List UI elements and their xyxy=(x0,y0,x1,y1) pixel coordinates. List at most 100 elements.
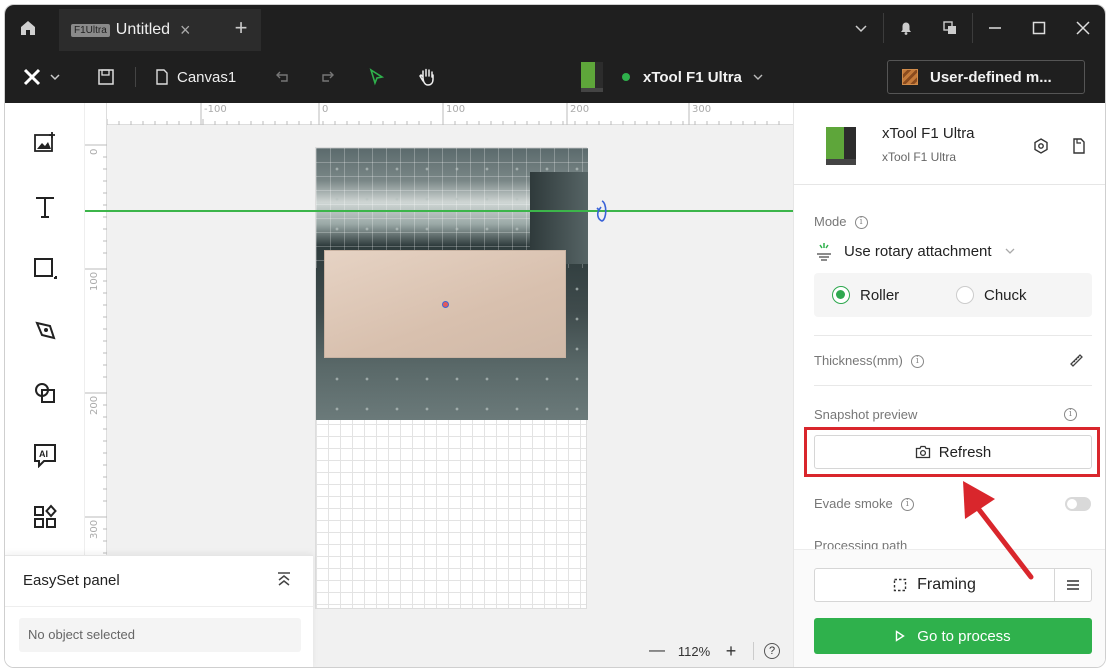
radio-unselected-icon xyxy=(956,286,974,304)
ruler-label: -100 xyxy=(204,104,227,115)
info-icon[interactable]: i xyxy=(910,355,924,369)
right-settings-panel: xTool F1 Ultra xTool F1 Ultra Mode i Use … xyxy=(793,103,1105,667)
redo-button[interactable] xyxy=(319,63,337,91)
ruler-label: 300 xyxy=(89,519,100,539)
pan-tool-button[interactable] xyxy=(417,63,437,91)
roller-radio[interactable]: Roller xyxy=(832,286,899,304)
zoom-in-button[interactable]: + xyxy=(719,641,743,662)
mode-label: Mode xyxy=(814,214,847,229)
chuck-radio[interactable]: Chuck xyxy=(956,286,1027,304)
evade-smoke-label: Evade smoke xyxy=(814,496,893,511)
mode-select[interactable]: Use rotary attachment xyxy=(814,238,1016,264)
save-icon xyxy=(98,69,114,85)
action-area: Framing Go to process xyxy=(794,549,1105,667)
chevron-down-icon[interactable] xyxy=(839,5,883,51)
roller-label: Roller xyxy=(860,286,900,304)
canvas-button[interactable]: Canvas1 xyxy=(155,63,236,91)
tab-title: Untitled xyxy=(115,21,171,38)
work-area[interactable] xyxy=(315,147,588,609)
svg-text:AI: AI xyxy=(39,449,48,459)
info-icon[interactable]: i xyxy=(900,498,914,512)
info-icon[interactable]: i xyxy=(1064,408,1077,421)
mode-label-row: Mode i xyxy=(814,214,868,230)
evade-smoke-toggle[interactable] xyxy=(1065,497,1091,511)
info-icon[interactable]: i xyxy=(854,216,868,230)
text-tool-icon[interactable] xyxy=(29,191,61,223)
thickness-label-row: Thickness(mm) i xyxy=(814,353,924,369)
save-button[interactable] xyxy=(97,63,115,91)
tab-badge: F1Ultra xyxy=(71,23,110,37)
chevron-down-icon xyxy=(1005,248,1015,254)
radio-selected-icon xyxy=(832,286,850,304)
close-icon[interactable] xyxy=(1061,5,1105,51)
divider xyxy=(814,385,1092,386)
rotary-guide-line[interactable] xyxy=(85,210,793,212)
annotation-arrow-icon xyxy=(963,481,1034,580)
settings-icon[interactable] xyxy=(1032,137,1050,155)
add-image-icon[interactable] xyxy=(29,127,61,159)
zoom-level[interactable]: 112% xyxy=(669,644,719,659)
apps-icon[interactable] xyxy=(29,501,61,533)
ruler-label: 0 xyxy=(322,104,329,115)
hand-icon xyxy=(419,68,434,86)
easyset-title: EasySet panel xyxy=(23,572,120,589)
select-tool-button[interactable] xyxy=(367,63,385,91)
device-image-icon xyxy=(826,127,856,165)
toolbar: Canvas1 xTool F1 Ultra User-defined m... xyxy=(5,51,1105,103)
refresh-button[interactable]: Refresh xyxy=(814,435,1092,469)
copy-window-icon[interactable] xyxy=(928,5,972,51)
app-menu-button[interactable] xyxy=(23,63,61,91)
go-to-process-button[interactable]: Go to process xyxy=(814,618,1092,654)
ai-tool-icon[interactable]: AI xyxy=(29,439,61,471)
divider xyxy=(753,642,754,660)
undo-icon xyxy=(276,71,288,82)
center-marker xyxy=(442,301,449,308)
zoom-out-button[interactable]: — xyxy=(645,642,669,660)
ruler-label: 200 xyxy=(570,104,590,115)
shape-tool-icon[interactable] xyxy=(29,253,61,285)
home-icon[interactable] xyxy=(11,13,45,43)
divider xyxy=(814,335,1092,336)
chevron-down-icon xyxy=(753,74,763,80)
title-bar: F1Ultra Untitled × + xyxy=(5,5,1105,51)
easyset-panel: EasySet panel No object selected xyxy=(5,555,313,667)
device-model: xTool F1 Ultra xyxy=(882,150,957,164)
document-icon[interactable] xyxy=(1070,137,1088,155)
help-icon[interactable]: ? xyxy=(764,643,780,659)
device-thumbnail-icon xyxy=(581,62,603,92)
device-selector[interactable]: xTool F1 Ultra xyxy=(577,57,764,97)
measure-icon[interactable] xyxy=(1068,351,1084,367)
framing-button-group: Framing xyxy=(814,568,1092,602)
minimize-icon[interactable] xyxy=(973,5,1017,51)
tab-close-icon[interactable]: × xyxy=(180,21,191,39)
device-header: xTool F1 Ultra xTool F1 Ultra xyxy=(794,103,1105,185)
pen-tool-icon[interactable] xyxy=(29,315,61,347)
zoom-controls: — 112% + ? xyxy=(645,637,780,665)
combine-shapes-icon[interactable] xyxy=(29,377,61,409)
material-object[interactable] xyxy=(324,250,566,358)
undo-button[interactable] xyxy=(273,63,291,91)
rotate-handle-icon[interactable] xyxy=(595,199,609,223)
refresh-label: Refresh xyxy=(938,443,992,461)
cursor-icon xyxy=(369,68,385,86)
ruler-ticks xyxy=(106,103,780,125)
device-name: xTool F1 Ultra xyxy=(882,125,975,142)
divider xyxy=(5,606,313,607)
rotary-type-group: Roller Chuck xyxy=(814,273,1092,317)
new-tab-button[interactable]: + xyxy=(227,15,255,41)
framing-menu-button[interactable] xyxy=(1055,569,1091,601)
camera-icon xyxy=(915,445,930,459)
ruler-label: 0 xyxy=(89,148,100,155)
thickness-label: Thickness(mm) xyxy=(814,353,903,368)
no-selection-message: No object selected xyxy=(19,618,301,652)
menu-icon xyxy=(1067,580,1079,590)
collapse-up-icon[interactable] xyxy=(275,570,293,588)
material-selector[interactable]: User-defined m... xyxy=(887,60,1085,94)
file-icon xyxy=(156,69,168,85)
play-icon xyxy=(896,630,906,642)
canvas-label: Canvas1 xyxy=(177,68,237,86)
maximize-icon[interactable] xyxy=(1017,5,1061,51)
ruler-label: 300 xyxy=(692,104,712,115)
bell-icon[interactable] xyxy=(884,5,928,51)
top-ruler: -100 0 100 200 300 xyxy=(85,103,793,125)
